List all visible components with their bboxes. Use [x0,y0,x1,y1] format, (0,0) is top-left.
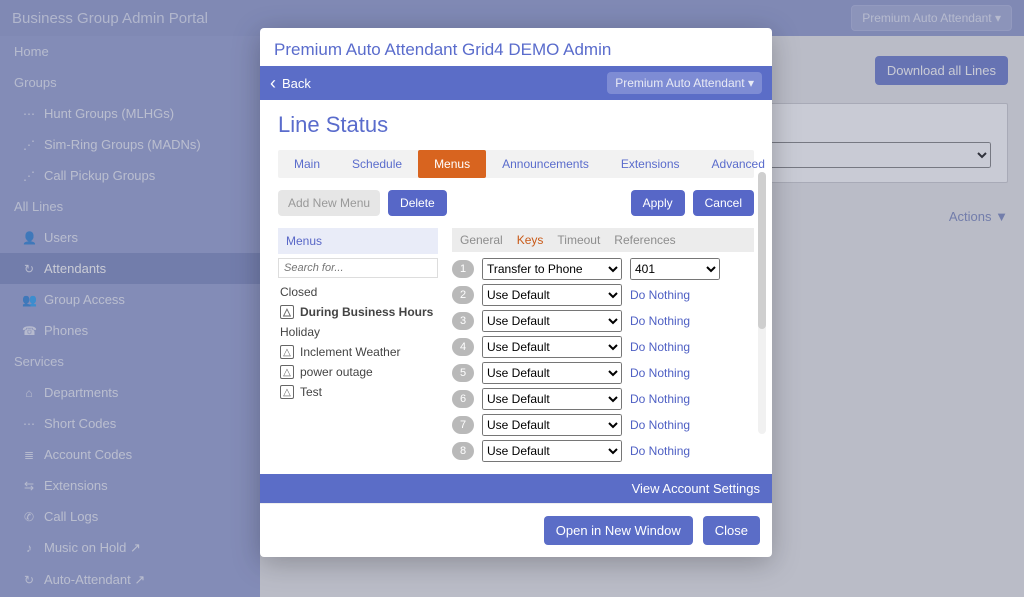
key-row: 4 Use Default Do Nothing [452,336,754,358]
chevron-left-icon [270,73,276,94]
menu-item-label: Holiday [280,325,320,339]
warning-icon: △ [280,385,294,399]
tab-menus[interactable]: Menus [418,150,486,178]
key-link[interactable]: Do Nothing [630,444,690,458]
delete-button[interactable]: Delete [388,190,447,216]
menus-column: Menus Closed △ During Business Hours Holida… [278,228,438,466]
subtab-keys[interactable]: Keys [517,233,544,247]
menu-item[interactable]: △ power outage [278,362,438,382]
key-number: 7 [452,416,474,434]
key-action-select[interactable]: Use Default [482,336,622,358]
key-number: 6 [452,390,474,408]
warning-icon: △ [280,305,294,319]
subtab-references[interactable]: References [614,233,675,247]
subtab-general[interactable]: General [460,233,503,247]
add-new-menu-button[interactable]: Add New Menu [278,190,380,216]
tab-schedule[interactable]: Schedule [336,150,418,178]
key-link[interactable]: Do Nothing [630,392,690,406]
back-button[interactable]: Back [270,73,311,94]
menus-header: Menus [278,228,438,254]
key-action-select[interactable]: Use Default [482,440,622,462]
tab-extensions[interactable]: Extensions [605,150,696,178]
key-row: 2 Use Default Do Nothing [452,284,754,306]
key-link[interactable]: Do Nothing [630,314,690,328]
key-link[interactable]: Do Nothing [630,288,690,302]
cancel-button[interactable]: Cancel [693,190,754,216]
menu-item-label: Closed [280,285,317,299]
key-link[interactable]: Do Nothing [630,340,690,354]
key-value-select[interactable]: 401 [630,258,720,280]
sub-tabs: General Keys Timeout References [452,228,754,252]
tab-main[interactable]: Main [278,150,336,178]
key-number: 1 [452,260,474,278]
key-number: 8 [452,442,474,460]
menu-item[interactable]: △ During Business Hours [278,302,438,322]
keys-table: 1 Transfer to Phone 401 2 Use Default Do Noth… [452,258,754,462]
menu-item[interactable]: △ Test [278,382,438,402]
menu-item-label: Test [300,385,322,399]
key-action-select[interactable]: Use Default [482,362,622,384]
page-title: Line Status [278,112,754,138]
menu-item-label: power outage [300,365,373,379]
key-number: 5 [452,364,474,382]
menu-item[interactable]: Closed [278,282,438,302]
menu-list: Closed △ During Business Hours Holiday △ Incl… [278,282,438,402]
key-action-select[interactable]: Transfer to Phone [482,258,622,280]
modal-attendant-dropdown[interactable]: Premium Auto Attendant ▾ [607,72,762,94]
key-row: 1 Transfer to Phone 401 [452,258,754,280]
menu-item[interactable]: △ Inclement Weather [278,342,438,362]
key-link[interactable]: Do Nothing [630,418,690,432]
tab-advanced[interactable]: Advanced [696,150,781,178]
key-number: 4 [452,338,474,356]
key-action-select[interactable]: Use Default [482,310,622,332]
menu-item-label: During Business Hours [300,305,433,319]
tab-announcements[interactable]: Announcements [486,150,605,178]
key-number: 2 [452,286,474,304]
key-row: 6 Use Default Do Nothing [452,388,754,410]
menu-search-input[interactable] [278,258,438,278]
attendant-modal: Premium Auto Attendant Grid4 DEMO Admin … [260,28,772,557]
back-label: Back [282,76,311,91]
close-button[interactable]: Close [703,516,760,545]
warning-icon: △ [280,345,294,359]
menu-item[interactable]: Holiday [278,322,438,342]
warning-icon: △ [280,365,294,379]
tabs: MainScheduleMenusAnnouncementsExtensions… [278,150,754,178]
key-action-select[interactable]: Use Default [482,388,622,410]
view-account-settings-link[interactable]: View Account Settings [260,474,772,503]
key-row: 3 Use Default Do Nothing [452,310,754,332]
modal-toolbar: Back Premium Auto Attendant ▾ [260,66,772,100]
menu-item-label: Inclement Weather [300,345,401,359]
key-action-select[interactable]: Use Default [482,414,622,436]
subtab-timeout[interactable]: Timeout [557,233,600,247]
apply-button[interactable]: Apply [631,190,685,216]
key-row: 8 Use Default Do Nothing [452,440,754,462]
key-row: 7 Use Default Do Nothing [452,414,754,436]
modal-title: Premium Auto Attendant Grid4 DEMO Admin [260,28,772,62]
modal-body: Line Status MainScheduleMenusAnnouncemen… [260,100,772,474]
keys-column: General Keys Timeout References 1 Transfer t… [452,228,754,466]
open-new-window-button[interactable]: Open in New Window [544,516,693,545]
key-action-select[interactable]: Use Default [482,284,622,306]
scrollbar[interactable] [758,172,766,434]
key-row: 5 Use Default Do Nothing [452,362,754,384]
key-link[interactable]: Do Nothing [630,366,690,380]
key-number: 3 [452,312,474,330]
